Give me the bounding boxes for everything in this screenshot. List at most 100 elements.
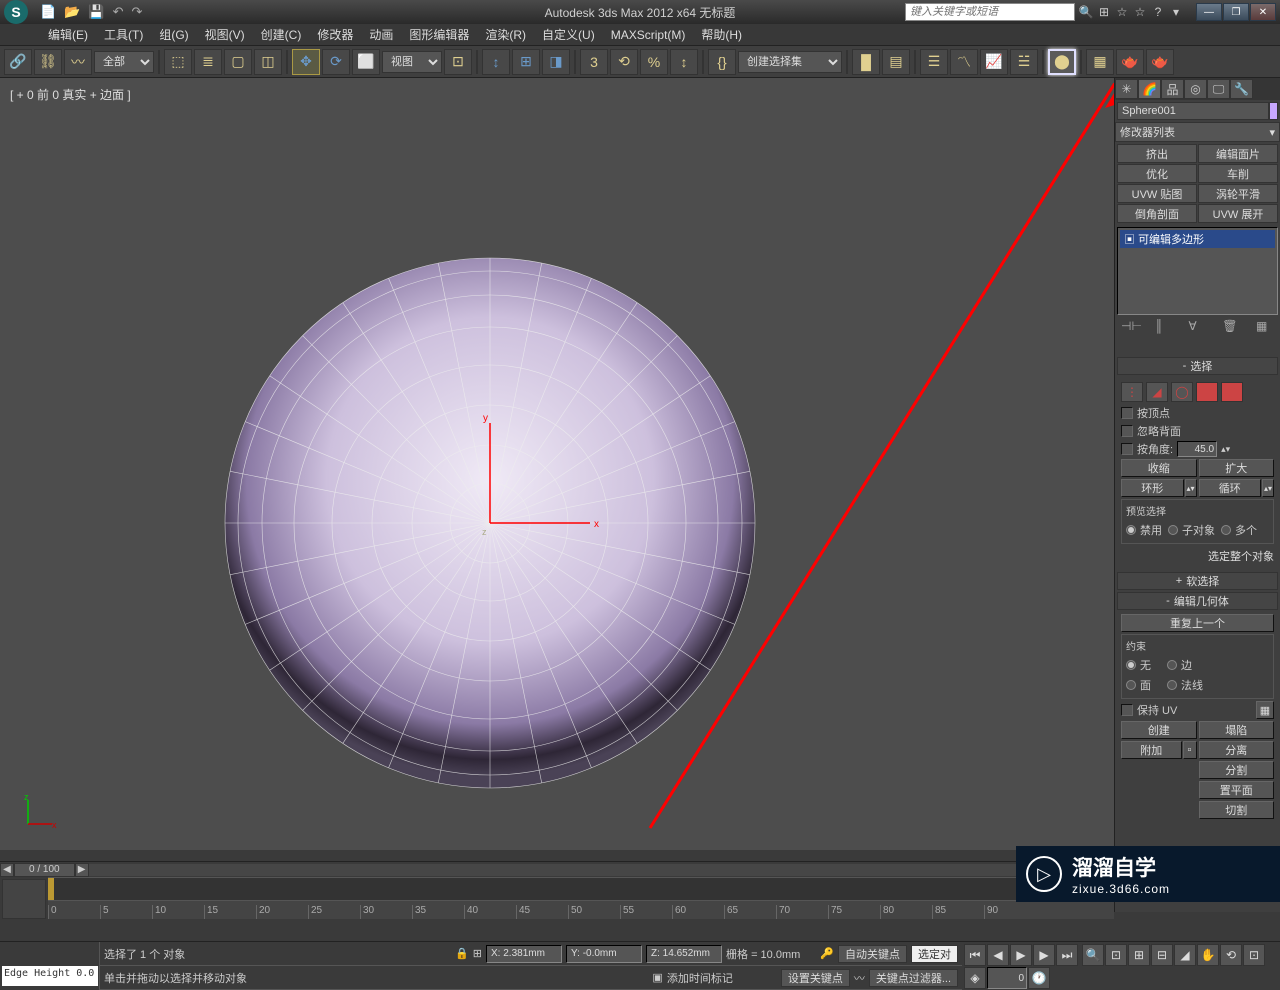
- center-icon[interactable]: ⊡: [444, 49, 472, 75]
- maximize-vp-icon[interactable]: ⊡: [1243, 944, 1265, 966]
- new-icon[interactable]: 📄: [40, 4, 56, 20]
- mirror-icon[interactable]: ▐▌: [852, 49, 880, 75]
- timemark-icon[interactable]: ▣: [652, 971, 662, 984]
- close-button[interactable]: ✕: [1250, 3, 1276, 21]
- schematic-icon[interactable]: ☱: [1010, 49, 1038, 75]
- viewport[interactable]: [ + 0 前 0 真实 + 边面 ] 顶: [0, 78, 1280, 850]
- menu-edit[interactable]: 编辑(E): [40, 26, 96, 43]
- mod-lathe[interactable]: 车削: [1198, 164, 1278, 183]
- object-color-swatch[interactable]: [1269, 102, 1278, 120]
- link-icon[interactable]: 🔗: [4, 49, 32, 75]
- frame-fwd-icon[interactable]: ▶: [75, 863, 89, 877]
- render-setup-icon[interactable]: ▦: [1086, 49, 1114, 75]
- mod-optimize[interactable]: 优化: [1117, 164, 1197, 183]
- timemark-label[interactable]: 添加时间标记: [667, 970, 733, 986]
- utilities-tab-icon[interactable]: 🔧: [1230, 79, 1253, 99]
- selset-dropdown[interactable]: 创建选择集: [738, 51, 842, 73]
- zoomall-icon[interactable]: ⊡: [1105, 944, 1127, 966]
- unlink-icon[interactable]: ⛓: [34, 49, 62, 75]
- menu-group[interactable]: 组(G): [151, 26, 196, 43]
- timeline-ruler[interactable]: [48, 877, 1114, 901]
- render-icon[interactable]: 🫖: [1146, 49, 1174, 75]
- star-icon[interactable]: ☆: [1115, 5, 1129, 19]
- preview-off-radio[interactable]: [1126, 525, 1136, 535]
- play-icon[interactable]: ▶: [1010, 944, 1032, 966]
- window-sel-icon[interactable]: ◫: [254, 49, 282, 75]
- modifier-list-dropdown[interactable]: 修改器列表▾: [1115, 122, 1280, 142]
- coord-mode-icon[interactable]: ⊞: [473, 947, 482, 960]
- search-input[interactable]: [905, 3, 1075, 21]
- by-vertex-checkbox[interactable]: [1121, 407, 1133, 419]
- sel-dropdown[interactable]: 选定对: [911, 945, 958, 963]
- time-slider[interactable]: ◀ 0 / 100 ▶: [0, 861, 1114, 877]
- spinner-snap-icon[interactable]: ↕: [670, 49, 698, 75]
- menu-rendering[interactable]: 渲染(R): [477, 26, 534, 43]
- keymode-icon[interactable]: 〰: [854, 970, 865, 986]
- menu-grapheditors[interactable]: 图形编辑器: [401, 26, 477, 43]
- collapse-button[interactable]: 塌陷: [1199, 721, 1275, 739]
- plane-button[interactable]: 置平面: [1199, 781, 1275, 799]
- ring-button[interactable]: 环形: [1121, 479, 1184, 497]
- bind-icon[interactable]: 〰: [64, 49, 92, 75]
- preserve-uv-checkbox[interactable]: [1121, 704, 1133, 716]
- repeat-button[interactable]: 重复上一个: [1121, 614, 1274, 632]
- menu-customize[interactable]: 自定义(U): [534, 26, 603, 43]
- fov-icon[interactable]: ◢: [1174, 944, 1196, 966]
- search-icon[interactable]: 🔍: [1079, 5, 1093, 19]
- timeline-track[interactable]: 051015202530354045505560657075808590: [0, 877, 1114, 941]
- modifier-stack[interactable]: ▣ 可编辑多边形: [1117, 227, 1278, 315]
- mod-uvwmap[interactable]: UVW 贴图: [1117, 184, 1197, 203]
- layer-icon[interactable]: ☰: [920, 49, 948, 75]
- ignore-back-checkbox[interactable]: [1121, 425, 1133, 437]
- create-button[interactable]: 创建: [1121, 721, 1197, 739]
- menu-tools[interactable]: 工具(T): [96, 26, 151, 43]
- selectname-icon[interactable]: ≣: [194, 49, 222, 75]
- element-mode-icon[interactable]: ⬢: [1221, 382, 1243, 402]
- rect-icon[interactable]: ▢: [224, 49, 252, 75]
- vertex-mode-icon[interactable]: ⋮: [1121, 382, 1143, 402]
- zoomextall-icon[interactable]: ⊟: [1151, 944, 1173, 966]
- menu-modifiers[interactable]: 修改器: [309, 26, 361, 43]
- curve-icon[interactable]: 📈: [980, 49, 1008, 75]
- zoom-icon[interactable]: 🔍: [1082, 944, 1104, 966]
- time-config-icon[interactable]: 🕐: [1028, 967, 1050, 989]
- align-icon[interactable]: ▤: [882, 49, 910, 75]
- preserve-uv-opts[interactable]: ▦: [1256, 701, 1274, 719]
- maximize-button[interactable]: ❐: [1223, 3, 1249, 21]
- loop-spinner[interactable]: ▴▾: [1262, 479, 1274, 497]
- undo-icon[interactable]: ↶: [113, 4, 124, 20]
- viewport-label[interactable]: [ + 0 前 0 真实 + 边面 ]: [10, 86, 131, 103]
- menu-help[interactable]: 帮助(H): [693, 26, 750, 43]
- config-icon[interactable]: ▦: [1256, 319, 1274, 335]
- shrink-button[interactable]: 收缩: [1121, 459, 1197, 477]
- minimize-button[interactable]: —: [1196, 3, 1222, 21]
- rotate-icon[interactable]: ⟳: [322, 49, 350, 75]
- edge-mode-icon[interactable]: ◢: [1146, 382, 1168, 402]
- hierarchy-tab-icon[interactable]: 品: [1161, 79, 1184, 99]
- snap-icon[interactable]: 3: [580, 49, 608, 75]
- display-tab-icon[interactable]: 🖵: [1207, 79, 1230, 99]
- autokey-button[interactable]: 自动关键点: [838, 945, 907, 963]
- manip-icon[interactable]: ↕: [482, 49, 510, 75]
- material-editor-icon[interactable]: ⬤: [1048, 49, 1076, 75]
- keyboard-icon[interactable]: ⊞: [512, 49, 540, 75]
- orbit-icon[interactable]: ⟲: [1220, 944, 1242, 966]
- attach-opts[interactable]: ▫: [1183, 741, 1197, 759]
- keymode2-icon[interactable]: ◈: [964, 967, 986, 989]
- y-coord[interactable]: Y: -0.0mm: [566, 945, 642, 963]
- detach-button[interactable]: 分离: [1199, 741, 1275, 759]
- border-mode-icon[interactable]: ◯: [1171, 382, 1193, 402]
- stack-editable-poly[interactable]: ▣ 可编辑多边形: [1120, 230, 1275, 248]
- help-icon[interactable]: ?: [1151, 5, 1165, 19]
- frame-input[interactable]: [987, 967, 1027, 989]
- open-icon[interactable]: 📂: [64, 4, 80, 20]
- preview-subobj-radio[interactable]: [1168, 525, 1178, 535]
- preview-multi-radio[interactable]: [1221, 525, 1231, 535]
- grow-button[interactable]: 扩大: [1199, 459, 1275, 477]
- redo-icon[interactable]: ↷: [131, 4, 142, 20]
- zoomext-icon[interactable]: ⊞: [1128, 944, 1150, 966]
- attach-button[interactable]: 附加: [1121, 741, 1182, 759]
- prev-frame-icon[interactable]: ◀: [987, 944, 1009, 966]
- cut-button[interactable]: 切割: [1199, 801, 1275, 819]
- sphere-mesh[interactable]: x y z: [220, 253, 760, 793]
